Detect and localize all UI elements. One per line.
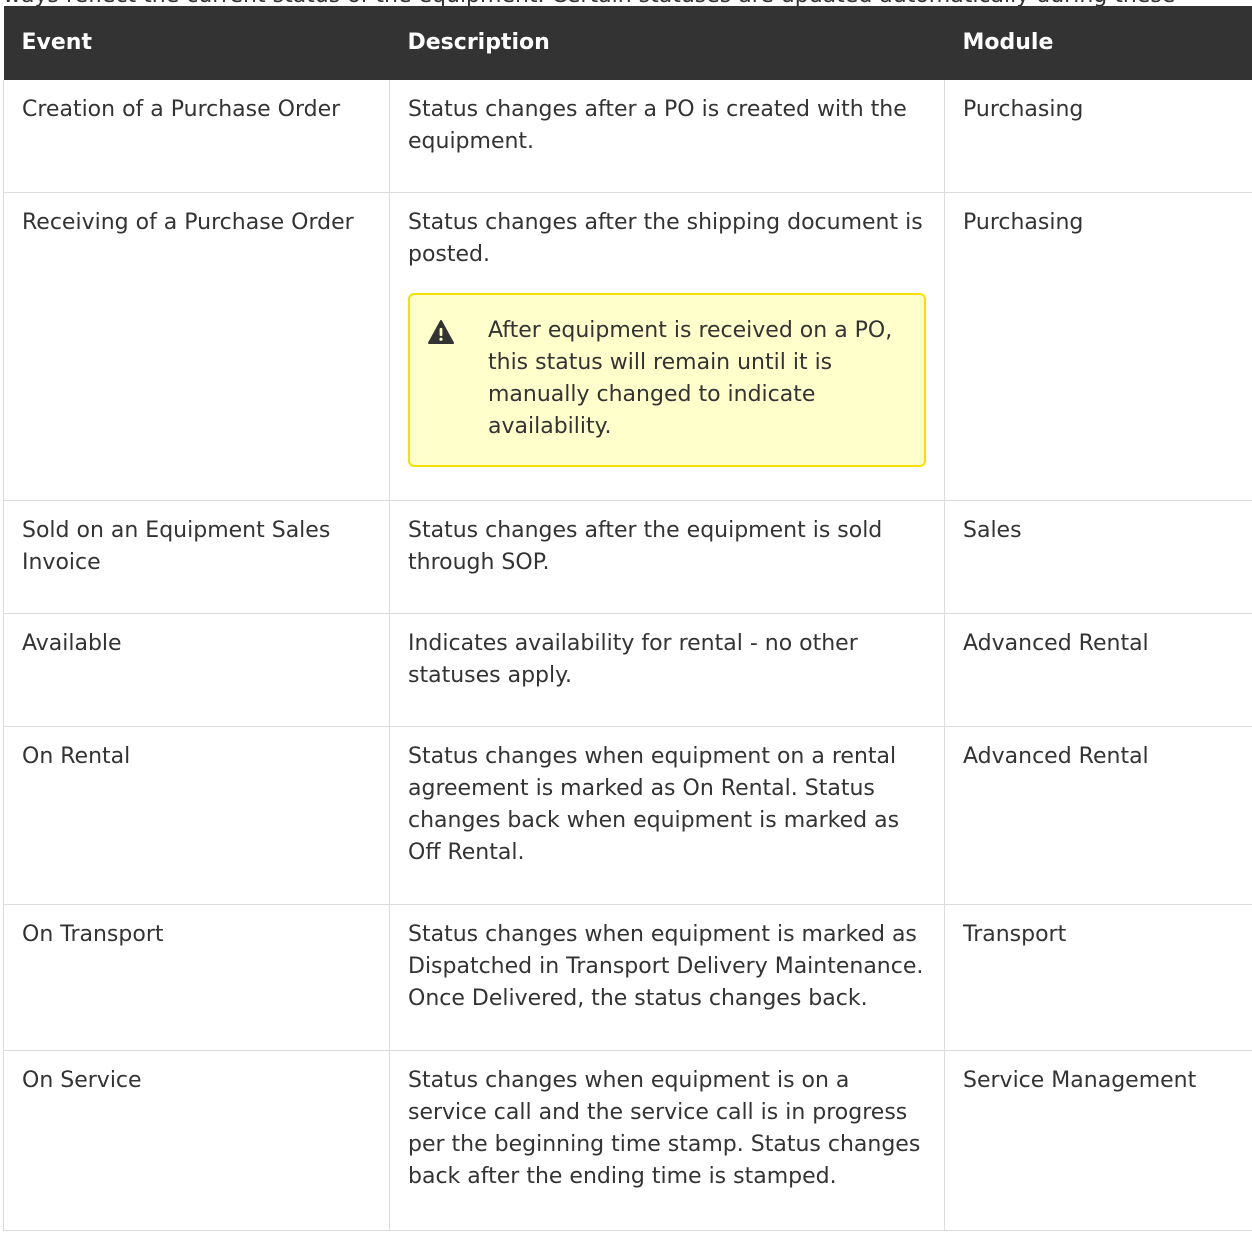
module-cell: Service Management xyxy=(944,1050,1252,1231)
table-row: On Service Status changes when equipment… xyxy=(3,1050,1252,1231)
event-cell: On Rental xyxy=(3,726,390,905)
description-cell: Status changes when equipment is on a se… xyxy=(389,1050,945,1231)
header-event: Event xyxy=(3,6,390,80)
description-cell: Status changes after the equipment is so… xyxy=(389,500,945,614)
description-text: Status changes after the shipping docume… xyxy=(408,209,923,267)
event-cell: Available xyxy=(3,613,390,727)
description-cell: Indicates availability for rental - no o… xyxy=(389,613,945,727)
module-cell: Purchasing xyxy=(944,80,1252,193)
module-cell: Advanced Rental xyxy=(944,726,1252,905)
table-row: Receiving of a Purchase Order Status cha… xyxy=(3,192,1252,501)
description-cell: Status changes after a PO is created wit… xyxy=(389,80,945,193)
warning-text: After equipment is received on a PO, thi… xyxy=(488,317,893,439)
table-row: Sold on an Equipment Sales Invoice Statu… xyxy=(3,500,1252,614)
event-cell: Creation of a Purchase Order xyxy=(3,80,390,193)
warning-triangle-icon xyxy=(428,319,454,344)
table-row: Creation of a Purchase Order Status chan… xyxy=(3,80,1252,193)
event-cell: On Transport xyxy=(3,904,390,1051)
header-module: Module xyxy=(944,6,1252,80)
table-row: On Rental Status changes when equipment … xyxy=(3,726,1252,905)
table-header-row: Event Description Module xyxy=(3,6,1252,80)
description-cell: Status changes when equipment is marked … xyxy=(389,904,945,1051)
module-cell: Purchasing xyxy=(944,192,1252,501)
table-row: Available Indicates availability for ren… xyxy=(3,613,1252,727)
event-cell: On Service xyxy=(3,1050,390,1231)
event-cell: Receiving of a Purchase Order xyxy=(3,192,390,501)
module-cell: Sales xyxy=(944,500,1252,614)
description-cell: Status changes after the shipping docume… xyxy=(389,192,945,501)
header-description: Description xyxy=(389,6,945,80)
warning-panel: After equipment is received on a PO, thi… xyxy=(408,292,926,467)
module-cell: Advanced Rental xyxy=(944,613,1252,727)
description-cell: Status changes when equipment on a renta… xyxy=(389,726,945,905)
table-row: On Transport Status changes when equipme… xyxy=(3,904,1252,1051)
module-cell: Transport xyxy=(944,904,1252,1051)
event-status-table: Event Description Module Creation of a P… xyxy=(3,6,1252,1231)
event-cell: Sold on an Equipment Sales Invoice xyxy=(3,500,390,614)
